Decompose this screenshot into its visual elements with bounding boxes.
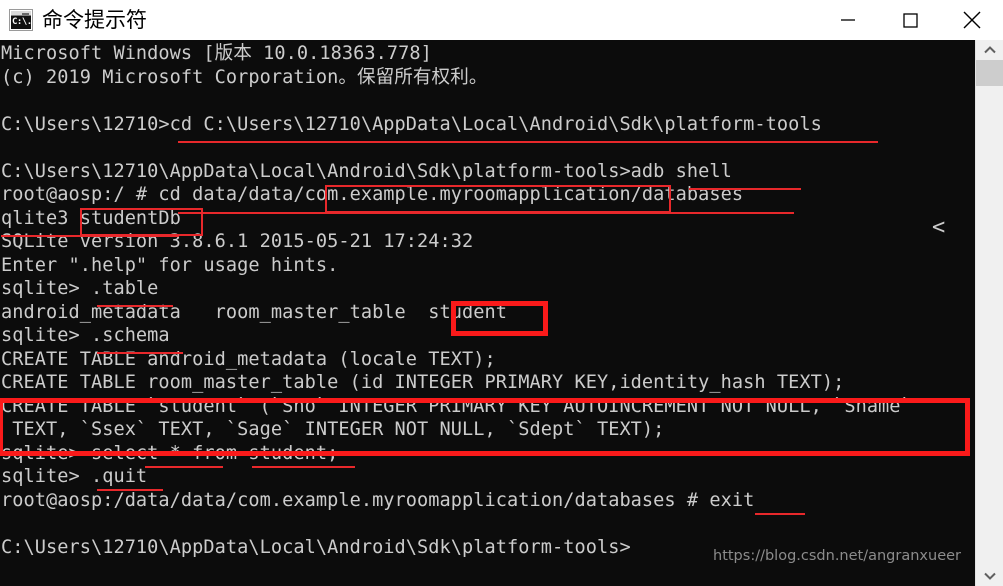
- terminal-line: Enter ".help" for usage hints.: [1, 254, 339, 276]
- terminal-line: root@aosp:/ # cd data/data/com.example.m…: [1, 184, 744, 205]
- maximize-button[interactable]: [879, 0, 941, 40]
- terminal-line: root@aosp:/data/data/com.example.myrooma…: [1, 489, 755, 511]
- command-prompt-window: C:\. 命令提示符 Microsoft Windows [版本 10.0.18…: [0, 0, 1003, 586]
- terminal-line: SQLite version 3.8.6.1 2015-05-21 17:24:…: [1, 231, 474, 252]
- maximize-icon: [903, 13, 918, 28]
- cmd-icon: C:\.: [9, 9, 33, 31]
- terminal-line: Microsoft Windows [版本 10.0.18363.778]: [1, 43, 432, 64]
- terminal-output-area[interactable]: Microsoft Windows [版本 10.0.18363.778] (c…: [0, 40, 975, 586]
- terminal-line: sqlite> select * from student;: [1, 442, 339, 464]
- terminal-line: C:\Users\12710>cd C:\Users\12710\AppData…: [1, 113, 822, 135]
- close-icon: [963, 11, 981, 29]
- cmd-icon-dots: [22, 13, 29, 15]
- terminal-line: CREATE TABLE `student` (`Sno` INTEGER PR…: [1, 395, 912, 417]
- terminal-line: sqlite> .quit: [1, 466, 148, 487]
- underline-select-from: [145, 465, 223, 468]
- terminal-line: C:\Users\12710\AppData\Local\Android\Sdk…: [1, 160, 732, 182]
- scroll-up-button[interactable]: [976, 40, 1003, 60]
- stray-chevron-glyph: <: [932, 215, 946, 240]
- underline-exit: [755, 512, 805, 515]
- underline-cd-platform-tools: [178, 141, 878, 143]
- minimize-icon: [841, 19, 855, 21]
- minimize-button[interactable]: [817, 0, 879, 40]
- window-controls: [817, 0, 1003, 40]
- chevron-up-icon: [983, 46, 996, 54]
- terminal-line: C:\Users\12710\AppData\Local\Android\Sdk…: [1, 536, 631, 558]
- watermark-text: https://blog.csdn.net/angranxueer: [713, 548, 961, 564]
- close-button[interactable]: [941, 0, 1003, 40]
- cmd-icon-screen: C:\.: [11, 16, 31, 29]
- chevron-down-icon: [983, 572, 996, 580]
- underline-student-keyword: [252, 465, 355, 468]
- window-title: 命令提示符: [42, 8, 147, 32]
- terminal-line: CREATE TABLE android_metadata (locale TE…: [1, 348, 496, 370]
- terminal-line: sqlite> .schema: [1, 325, 170, 346]
- underline-cd-databases: [178, 211, 794, 214]
- vertical-scrollbar[interactable]: [975, 40, 1003, 586]
- terminal-line: TEXT, `Ssex` TEXT, `Sage` INTEGER NOT NU…: [1, 419, 665, 440]
- scroll-down-button[interactable]: [976, 566, 1003, 586]
- scrollbar-thumb[interactable]: [976, 60, 1003, 86]
- terminal-line: sqlite> .table: [1, 278, 159, 299]
- terminal-line: (c) 2019 Microsoft Corporation。保留所有权利。: [1, 66, 488, 88]
- terminal-line: android_metadata room_master_table stude…: [1, 301, 507, 323]
- title-bar[interactable]: C:\. 命令提示符: [0, 0, 1003, 40]
- terminal-line: CREATE TABLE room_master_table (id INTEG…: [1, 372, 845, 393]
- terminal-lines: Microsoft Windows [版本 10.0.18363.778] (c…: [0, 40, 975, 586]
- terminal-line: qlite3 studentDb: [1, 207, 181, 229]
